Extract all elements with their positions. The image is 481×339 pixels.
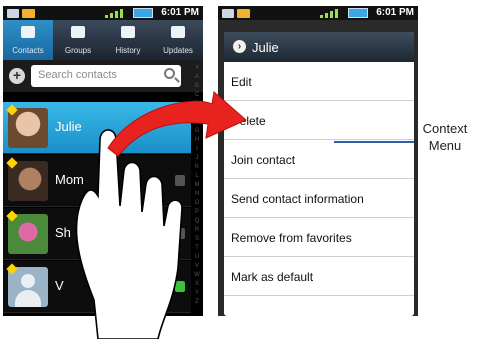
tab-history[interactable]: History <box>103 20 153 60</box>
phone-badge-icon <box>175 228 185 239</box>
tab-contacts[interactable]: Contacts <box>3 20 53 60</box>
status-time: 6:01 PM <box>161 7 199 18</box>
history-icon <box>121 26 135 38</box>
avatar <box>8 214 48 254</box>
notification-icon <box>7 9 19 18</box>
status-time: 6:01 PM <box>376 7 414 18</box>
battery-icon <box>133 8 153 18</box>
search-input[interactable]: Search contacts <box>31 65 181 87</box>
context-menu-screen: 6:01 PM › Julie Edit Delete Join contact… <box>218 6 418 316</box>
avatar <box>8 108 48 148</box>
search-row: + Search contacts <box>3 60 203 92</box>
add-contact-button[interactable]: + <box>9 68 25 84</box>
contact-row-mom[interactable]: Mom <box>3 155 191 207</box>
context-menu: › Julie Edit Delete Join contact Send co… <box>224 32 414 316</box>
avatar <box>8 161 48 201</box>
chevron-right-icon: › <box>233 40 246 53</box>
signal-icon <box>320 8 342 18</box>
context-menu-header: › Julie <box>224 32 414 62</box>
contact-name: Mom <box>55 172 84 187</box>
tab-updates[interactable]: Updates <box>153 20 203 60</box>
alphabet-index[interactable]: # A B C D E F G H I J K L M N O P Q R S T U V W X Y Z <box>193 64 201 314</box>
menu-scroll-more <box>224 302 414 316</box>
context-menu-title: Julie <box>252 40 279 55</box>
avatar <box>8 267 48 307</box>
menu-item-edit[interactable]: Edit <box>224 62 414 101</box>
online-badge-icon <box>175 281 185 292</box>
search-icon[interactable] <box>164 68 175 79</box>
groups-icon <box>71 26 85 38</box>
menu-item-remove-from-favorites[interactable]: Remove from favorites <box>224 218 414 257</box>
message-icon <box>237 9 250 18</box>
contact-row[interactable]: V <box>3 261 191 313</box>
status-bar: 6:01 PM <box>3 6 203 20</box>
search-placeholder: Search contacts <box>38 69 117 81</box>
menu-item-delete[interactable]: Delete <box>224 101 414 140</box>
updates-icon <box>171 26 185 38</box>
contacts-screen: 6:01 PM Contacts Groups History Updates … <box>3 6 203 316</box>
signal-icon <box>105 8 127 18</box>
menu-item-send-contact-information[interactable]: Send contact information <box>224 179 414 218</box>
contact-name: V <box>55 278 64 293</box>
menu-item-join-contact[interactable]: Join contact <box>224 140 414 179</box>
contacts-icon <box>21 26 35 38</box>
contact-name: Sh <box>55 225 71 240</box>
notification-icon <box>222 9 234 18</box>
status-bar: 6:01 PM <box>218 6 418 20</box>
message-icon <box>22 9 35 18</box>
contact-row[interactable]: Sh <box>3 208 191 260</box>
contact-name: Julie <box>55 119 82 134</box>
phone-badge-icon <box>175 175 185 186</box>
contact-row-julie[interactable]: Julie <box>3 102 191 154</box>
tab-groups[interactable]: Groups <box>53 20 103 60</box>
context-menu-callout: Context Menu <box>422 121 468 153</box>
callout-line <box>334 141 414 143</box>
menu-item-mark-as-default[interactable]: Mark as default <box>224 257 414 296</box>
tab-bar: Contacts Groups History Updates <box>3 20 203 60</box>
battery-icon <box>348 8 368 18</box>
